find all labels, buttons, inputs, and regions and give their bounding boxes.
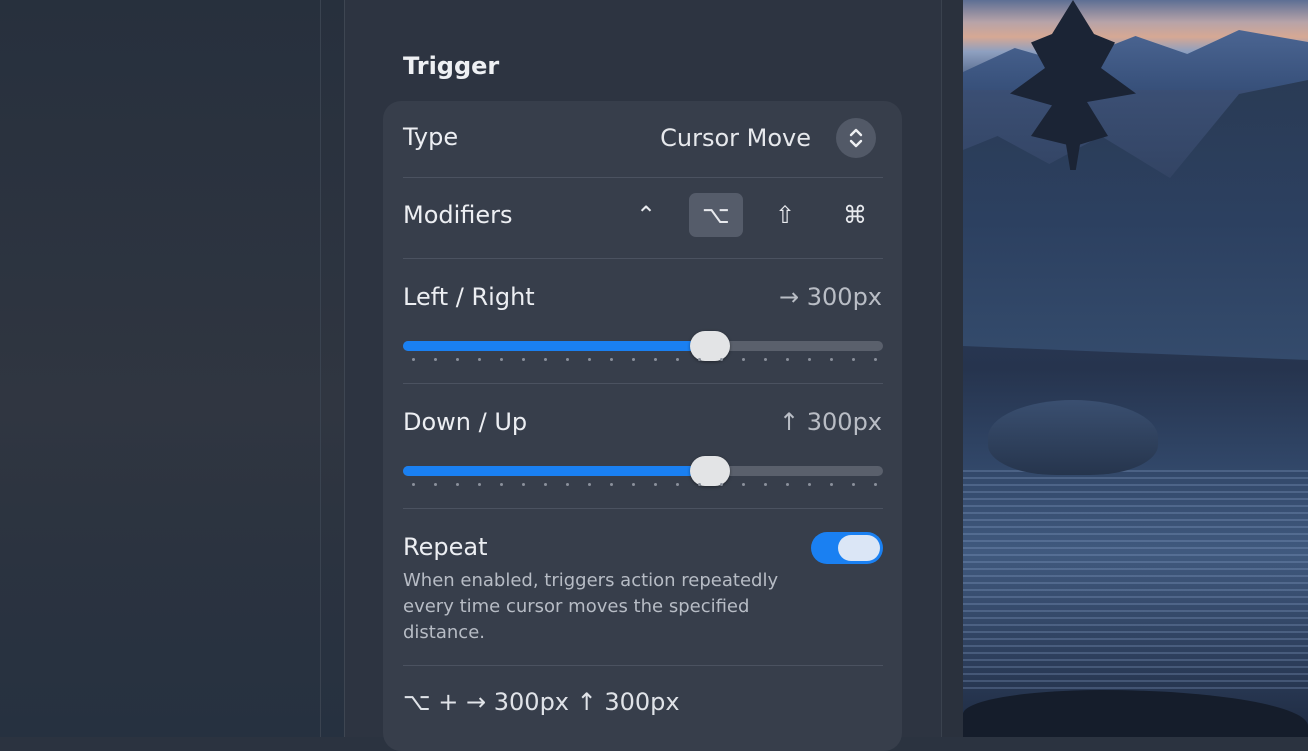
slider-tick: [742, 358, 745, 361]
separator: [403, 665, 883, 666]
slider-tick: [456, 483, 459, 486]
left-right-slider-knob[interactable]: [690, 331, 731, 361]
slider-tick: [632, 358, 635, 361]
desktop-wallpaper: [963, 0, 1308, 737]
slider-tick: [544, 483, 547, 486]
modifier-shift-button[interactable]: ⇧: [758, 193, 812, 237]
option-key-icon: ⌥: [702, 201, 730, 229]
slider-tick: [830, 358, 833, 361]
slider-tick: [786, 358, 789, 361]
wallpaper-boulder: [988, 400, 1158, 475]
slider-tick: [610, 358, 613, 361]
wallpaper-water: [963, 470, 1308, 690]
type-label: Type: [403, 123, 459, 151]
repeat-toggle[interactable]: [811, 532, 883, 564]
slider-tick: [456, 358, 459, 361]
repeat-description: When enabled, triggers action repeatedly…: [403, 570, 779, 643]
repeat-label: Repeat: [403, 533, 488, 561]
modifier-option-button[interactable]: ⌥: [689, 193, 743, 237]
slider-tick: [676, 358, 679, 361]
slider-tick: [500, 358, 503, 361]
shift-key-icon: ⇧: [774, 201, 796, 229]
window-divider: [320, 0, 321, 737]
slider-tick: [478, 358, 481, 361]
slider-tick: [500, 483, 503, 486]
slider-tick: [610, 483, 613, 486]
slider-tick: [786, 483, 789, 486]
slider-tick: [434, 358, 437, 361]
slider-tick: [676, 483, 679, 486]
section-title: Trigger: [403, 52, 500, 80]
slider-tick: [698, 483, 701, 486]
trigger-summary: ⌥ + → 300px ↑ 300px: [403, 688, 680, 716]
wallpaper-shore: [963, 690, 1308, 737]
slider-tick: [588, 483, 591, 486]
slider-tick: [742, 483, 745, 486]
repeat-toggle-knob: [838, 535, 880, 561]
control-key-icon: ⌃: [635, 201, 657, 229]
slider-tick: [522, 483, 525, 486]
left-right-label: Left / Right: [403, 283, 535, 311]
slider-tick: [566, 358, 569, 361]
slider-tick: [720, 483, 723, 486]
modifiers-label: Modifiers: [403, 201, 513, 229]
slider-tick: [874, 358, 877, 361]
slider-tick: [412, 483, 415, 486]
slider-tick: [522, 358, 525, 361]
separator: [403, 177, 883, 178]
slider-tick: [808, 358, 811, 361]
left-right-value: → 300px: [779, 283, 882, 311]
slider-tick: [764, 358, 767, 361]
slider-tick: [720, 358, 723, 361]
slider-tick: [852, 483, 855, 486]
slider-tick: [434, 483, 437, 486]
type-select-stepper[interactable]: [836, 118, 876, 158]
down-up-slider-ticks: [412, 483, 877, 487]
slider-tick: [566, 483, 569, 486]
down-up-slider-knob[interactable]: [690, 456, 731, 486]
down-up-slider[interactable]: [403, 466, 883, 476]
separator: [403, 508, 883, 509]
separator: [403, 258, 883, 259]
slider-tick: [698, 358, 701, 361]
left-right-slider[interactable]: [403, 341, 883, 351]
slider-tick: [808, 483, 811, 486]
slider-tick: [764, 483, 767, 486]
chevron-up-down-icon: [849, 128, 863, 148]
slider-tick: [544, 358, 547, 361]
down-up-slider-fill: [403, 466, 711, 476]
slider-tick: [830, 483, 833, 486]
separator: [403, 383, 883, 384]
slider-tick: [632, 483, 635, 486]
slider-tick: [852, 358, 855, 361]
down-up-value: ↑ 300px: [779, 408, 882, 436]
slider-tick: [478, 483, 481, 486]
slider-tick: [654, 358, 657, 361]
background-left: [0, 0, 344, 737]
modifier-control-button[interactable]: ⌃: [619, 193, 673, 237]
wallpaper-tree: [1010, 0, 1136, 170]
down-up-label: Down / Up: [403, 408, 528, 436]
slider-tick: [588, 358, 591, 361]
slider-tick: [654, 483, 657, 486]
left-right-slider-fill: [403, 341, 711, 351]
type-value[interactable]: Cursor Move: [660, 124, 811, 152]
modifier-command-button[interactable]: ⌘: [828, 193, 882, 237]
panel-edge: [941, 0, 964, 737]
command-key-icon: ⌘: [843, 201, 867, 229]
left-right-slider-ticks: [412, 358, 877, 362]
slider-tick: [412, 358, 415, 361]
wallpaper-rocks: [963, 80, 1308, 360]
wallpaper-mountains: [963, 30, 1308, 90]
slider-tick: [874, 483, 877, 486]
